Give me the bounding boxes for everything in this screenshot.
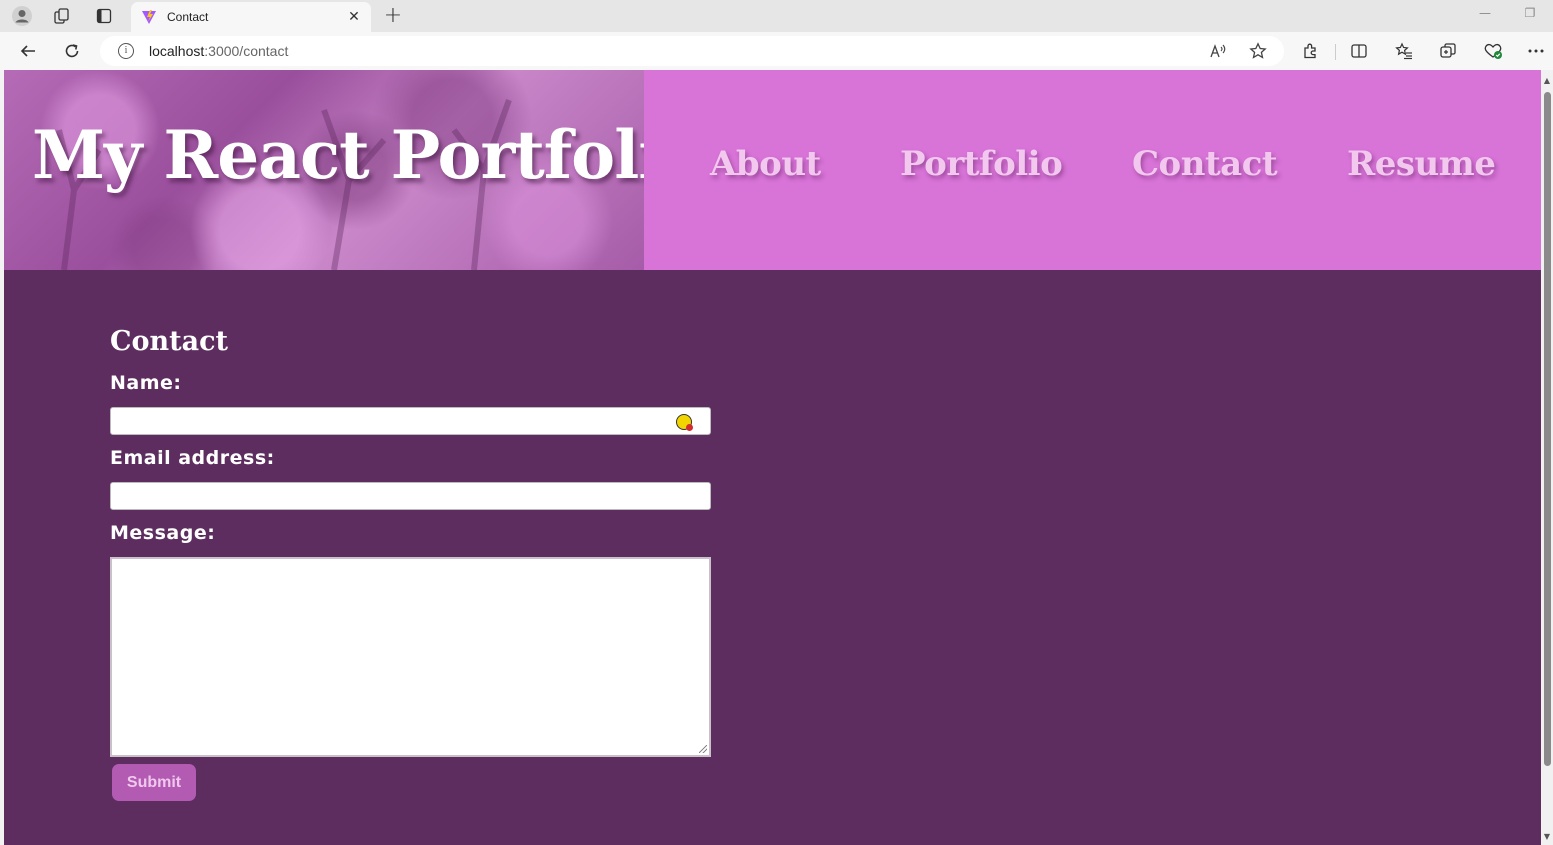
page-viewport: My React Portfolio About Portfolio Conta… [4, 70, 1541, 845]
nav-link-resume[interactable]: Resume [1347, 144, 1496, 184]
favorites-icon[interactable] [1392, 39, 1416, 63]
nav-link-portfolio[interactable]: Portfolio [900, 144, 1063, 184]
vite-favicon-icon [142, 10, 156, 24]
tab-strip: Contact ✕ + — ❐ [0, 0, 1553, 32]
page-scrollbar[interactable]: ▲ ▼ [1541, 70, 1553, 845]
main-nav: About Portfolio Contact Resume [644, 70, 1541, 270]
nav-link-about[interactable]: About [710, 144, 821, 184]
toolbar-divider [1335, 44, 1336, 60]
email-label: Email address: [110, 447, 275, 469]
minimize-icon[interactable]: — [1475, 6, 1495, 20]
password-manager-icon[interactable] [676, 414, 693, 431]
favorite-star-icon[interactable] [1248, 42, 1268, 60]
hero-banner: My React Portfolio [4, 70, 644, 270]
site-title: My React Portfolio [32, 116, 644, 194]
refresh-icon[interactable] [59, 39, 85, 63]
submit-button[interactable]: Submit [112, 764, 196, 801]
scroll-down-icon[interactable]: ▼ [1542, 832, 1552, 842]
address-toolbar: i localhost:3000/contact [0, 32, 1553, 70]
close-icon[interactable]: ✕ [347, 9, 361, 25]
site-info-icon[interactable]: i [118, 43, 134, 59]
url-text: localhost:3000/contact [149, 43, 288, 59]
split-screen-icon[interactable] [1347, 39, 1371, 63]
message-label: Message: [110, 522, 216, 544]
browser-tab[interactable]: Contact ✕ [131, 2, 371, 32]
browser-essentials-icon[interactable] [1481, 39, 1505, 63]
tab-actions-icon[interactable] [92, 4, 116, 28]
address-bar[interactable]: i localhost:3000/contact [100, 36, 1284, 66]
more-icon[interactable] [1524, 39, 1548, 63]
site-header: My React Portfolio About Portfolio Conta… [4, 70, 1541, 270]
name-field[interactable] [110, 407, 711, 435]
scroll-up-icon[interactable]: ▲ [1542, 76, 1552, 86]
url-host: localhost [149, 43, 205, 59]
contact-heading: Contact [110, 326, 229, 357]
read-aloud-icon[interactable] [1208, 42, 1228, 60]
restore-icon[interactable]: ❐ [1520, 6, 1540, 20]
back-icon[interactable] [15, 39, 41, 63]
name-label: Name: [110, 372, 182, 394]
url-path: :3000/contact [204, 43, 289, 59]
collections-icon[interactable] [1436, 39, 1460, 63]
nav-link-contact[interactable]: Contact [1132, 144, 1278, 184]
tab-title: Contact [167, 10, 209, 24]
new-tab-icon[interactable]: + [381, 3, 405, 28]
message-field[interactable] [110, 557, 711, 757]
extensions-icon[interactable] [1299, 39, 1323, 63]
workspaces-icon[interactable] [50, 4, 74, 28]
profile-icon[interactable] [10, 4, 34, 28]
scrollbar-thumb[interactable] [1544, 92, 1551, 766]
email-field[interactable] [110, 482, 711, 510]
resize-grip-icon[interactable] [699, 745, 707, 753]
